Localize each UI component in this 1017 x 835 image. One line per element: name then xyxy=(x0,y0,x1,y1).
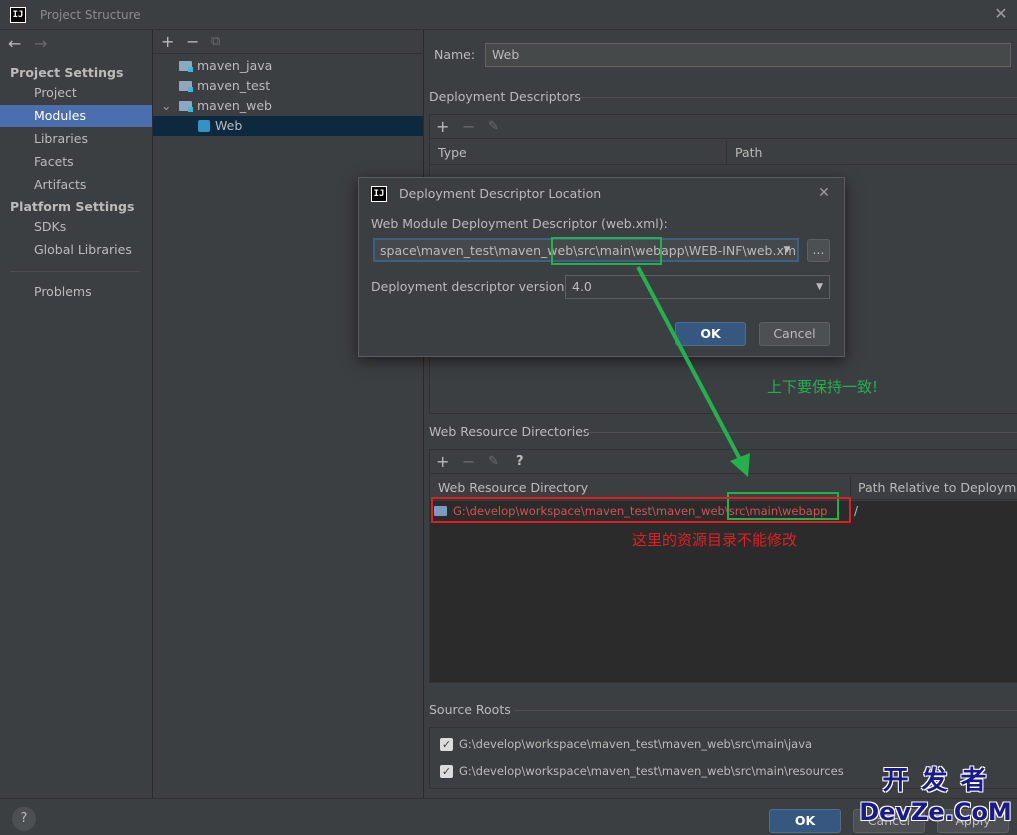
source-root-checkbox-java[interactable]: ✓ xyxy=(440,738,453,751)
descriptors-header: Type Path xyxy=(430,141,1017,165)
remove-descriptor-icon[interactable]: − xyxy=(462,117,475,136)
help-icon[interactable]: ? xyxy=(12,807,36,831)
column-type[interactable]: Type xyxy=(438,141,467,165)
chevron-down-icon[interactable]: ▼ xyxy=(777,241,797,259)
descriptors-toolbar: + − ✎ xyxy=(430,115,1017,139)
intellij-logo-icon: IJ xyxy=(10,7,26,23)
edit-descriptor-icon[interactable]: ✎ xyxy=(488,119,499,134)
facet-name-input[interactable]: Web xyxy=(485,43,1011,67)
watermark-line-2: DevZe.CoM xyxy=(859,798,1012,826)
column-path[interactable]: Path xyxy=(735,141,762,165)
sidebar-item-libraries[interactable]: Libraries xyxy=(0,128,152,150)
project-settings-heading: Project Settings xyxy=(10,65,124,80)
title-bar: IJ Project Structure ✕ xyxy=(0,0,1017,30)
annotation-keep-consistent: 上下要保持一致! xyxy=(767,378,879,396)
intellij-logo-icon: IJ xyxy=(371,186,387,202)
browse-button[interactable]: ... xyxy=(807,239,830,262)
column-separator xyxy=(726,141,727,165)
sidebar-item-artifacts[interactable]: Artifacts xyxy=(0,174,152,196)
add-module-icon[interactable]: + xyxy=(161,32,174,51)
annotation-arrow xyxy=(636,266,750,477)
dialog-title: Deployment Descriptor Location xyxy=(399,186,602,201)
column-path-relative[interactable]: Path Relative to Deployme... xyxy=(858,476,1017,500)
dialog-close-icon[interactable]: ✕ xyxy=(815,184,833,202)
settings-sidebar: ← → Project Settings Project Modules Lib… xyxy=(0,30,153,798)
sidebar-item-problems[interactable]: Problems xyxy=(0,281,152,303)
tree-node-maven-test[interactable]: maven_test xyxy=(153,76,423,96)
close-icon[interactable]: ✕ xyxy=(992,5,1010,23)
source-roots-heading: Source Roots xyxy=(429,702,511,717)
sidebar-divider xyxy=(10,271,140,272)
remove-module-icon[interactable]: − xyxy=(186,32,199,51)
tree-node-maven-web[interactable]: ⌄ maven_web xyxy=(153,96,423,116)
sidebar-item-sdks[interactable]: SDKs xyxy=(0,216,152,238)
add-descriptor-icon[interactable]: + xyxy=(436,117,449,136)
version-label: Deployment descriptor version xyxy=(371,279,565,294)
ok-button[interactable]: OK xyxy=(769,809,841,833)
web-facet-icon xyxy=(198,120,210,132)
chevron-down-icon: ▼ xyxy=(816,282,823,292)
annotation-red-box xyxy=(431,497,851,523)
source-root-checkbox-resources[interactable]: ✓ xyxy=(440,765,453,778)
tree-node-web-facet[interactable]: Web xyxy=(153,116,423,136)
relative-path-value: / xyxy=(854,504,859,518)
source-root-java: G:\develop\workspace\maven_test\maven_we… xyxy=(459,737,813,751)
deployment-descriptors-heading: Deployment Descriptors xyxy=(429,89,581,104)
watermark-line-1: 开 发 者 xyxy=(882,766,989,796)
annotation-cannot-modify: 这里的资源目录不能修改 xyxy=(632,531,798,549)
source-root-resources: G:\develop\workspace\maven_test\maven_we… xyxy=(459,764,844,778)
deployment-descriptor-dialog: IJ Deployment Descriptor Location ✕ Web … xyxy=(358,177,845,357)
module-folder-icon xyxy=(179,101,193,112)
descriptor-field-label: Web Module Deployment Descriptor (web.xm… xyxy=(371,216,668,231)
name-label: Name: xyxy=(434,47,476,62)
platform-settings-heading: Platform Settings xyxy=(10,199,135,214)
chevron-down-icon[interactable]: ⌄ xyxy=(161,96,179,116)
window-title: Project Structure xyxy=(40,8,141,22)
watermark: 开 发 者 DevZe.CoM xyxy=(858,764,1013,835)
forward-arrow-icon[interactable]: → xyxy=(34,34,47,53)
sidebar-item-facets[interactable]: Facets xyxy=(0,151,152,173)
back-arrow-icon[interactable]: ← xyxy=(8,34,21,53)
remove-resource-icon[interactable]: − xyxy=(462,452,475,471)
edit-resource-icon[interactable]: ✎ xyxy=(488,454,499,469)
sidebar-item-modules[interactable]: Modules xyxy=(0,105,152,127)
help-question-icon[interactable]: ? xyxy=(516,454,524,469)
sidebar-item-global-libraries[interactable]: Global Libraries xyxy=(0,239,152,261)
module-tree-panel: + − ⧉ maven_java maven_test ⌄ maven_web W… xyxy=(153,30,424,798)
module-folder-icon xyxy=(179,61,193,72)
add-resource-icon[interactable]: + xyxy=(436,452,449,471)
section-divider xyxy=(514,710,1017,711)
copy-module-icon[interactable]: ⧉ xyxy=(211,34,220,49)
section-divider xyxy=(578,97,1017,98)
module-folder-icon xyxy=(179,81,193,92)
module-tree-toolbar: + − ⧉ xyxy=(153,30,424,54)
web-resource-directories-heading: Web Resource Directories xyxy=(429,424,590,439)
sidebar-item-project[interactable]: Project xyxy=(0,82,152,104)
tree-node-maven-java[interactable]: maven_java xyxy=(153,56,423,76)
